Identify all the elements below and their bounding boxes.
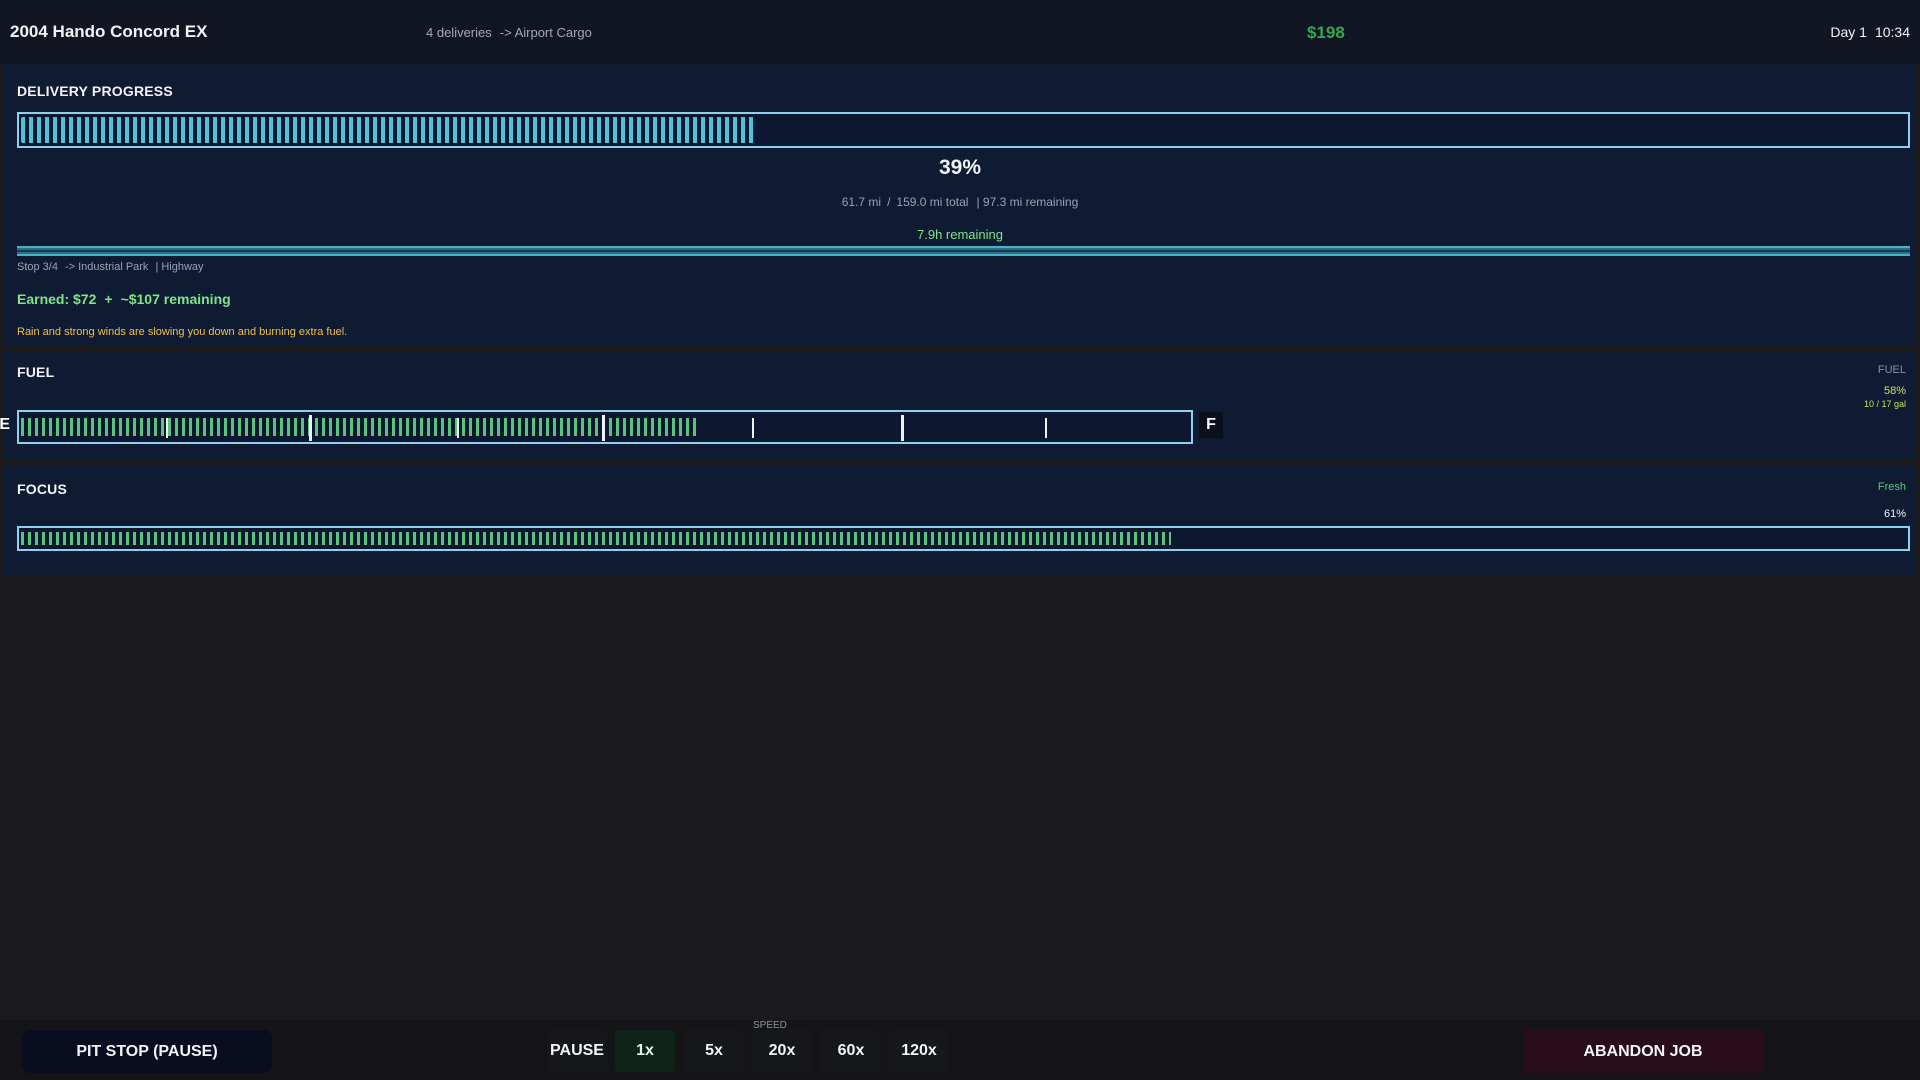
focus-percent: 61% — [1883, 508, 1906, 520]
time-label: 10:34 — [1874, 24, 1910, 40]
day-label: Day 1 — [1830, 24, 1867, 40]
fuel-gauge-mark — [457, 418, 459, 438]
miles-separator: / — [887, 195, 891, 209]
delivery-progress-fill — [21, 117, 756, 143]
road-type: | Highway — [155, 261, 204, 273]
current-stop: Stop 3/4 -> Industrial Park | Highway — [17, 261, 204, 273]
fuel-percent: 58% — [1883, 385, 1906, 397]
focus-bar — [17, 526, 1910, 551]
weather-warning: Rain and strong winds are slowing you do… — [17, 326, 348, 338]
fuel-full-label: F — [1199, 412, 1223, 438]
fuel-panel: FUEL FUEL 58% 10 / 17 gal E F — [0, 352, 1916, 460]
focus-bar-fill — [21, 532, 1171, 545]
speed-60x-button[interactable]: 60x — [821, 1030, 881, 1072]
earnings-summary: Earned: $72 + ~$107 remaining — [17, 291, 231, 307]
fuel-gauge-mark — [602, 415, 605, 441]
stop-counter: Stop 3/4 — [17, 261, 58, 273]
fuel-gauge-mark — [166, 418, 168, 438]
vehicle-name: 2004 Hando Concord EX — [10, 22, 208, 41]
stop-destination: -> Industrial Park — [64, 261, 149, 273]
cash-balance: $198 — [1307, 23, 1345, 42]
speed-5x-button[interactable]: 5x — [684, 1030, 744, 1072]
fuel-gallons: 10 / 17 gal — [1863, 399, 1906, 409]
fuel-gauge-mark — [1045, 418, 1047, 438]
speed-1x-button[interactable]: 1x — [615, 1030, 675, 1072]
route-summary: 4 deliveries -> Airport Cargo — [426, 25, 592, 40]
route-track — [17, 246, 1910, 256]
fuel-title: FUEL — [17, 364, 55, 380]
fuel-empty-label: E — [0, 416, 10, 433]
focus-state: Fresh — [1877, 481, 1906, 493]
miles-driven: 61.7 mi — [841, 195, 882, 209]
focus-panel: FOCUS Fresh 61% — [4, 466, 1916, 576]
fuel-gauge-fill — [21, 418, 698, 436]
focus-title: FOCUS — [17, 481, 67, 497]
miles-total: 159.0 mi total — [896, 195, 969, 209]
earned-amount: Earned: $72 — [17, 291, 97, 307]
speed-20x-button[interactable]: 20x — [752, 1030, 812, 1072]
miles-remaining: | 97.3 mi remaining — [976, 195, 1079, 209]
game-clock: Day 1 10:34 — [1830, 24, 1910, 40]
fuel-gauge — [17, 410, 1193, 444]
delivery-progress-panel: DELIVERY PROGRESS 39% 61.7 mi / 159.0 mi t… — [4, 64, 1916, 346]
distance-summary: 61.7 mi / 159.0 mi total | 97.3 mi remainin… — [4, 195, 1916, 209]
delivery-count: 4 deliveries — [426, 25, 492, 40]
abandon-job-button[interactable]: ABANDON JOB — [1523, 1030, 1763, 1073]
earned-plus: + — [104, 291, 113, 307]
top-bar: 2004 Hando Concord EX 4 deliveries -> Air… — [0, 0, 1920, 64]
route-track-inner — [17, 250, 1910, 252]
fuel-gauge-mark — [901, 415, 904, 441]
bottom-controls: PIT STOP (PAUSE) SPEED PAUSE 1x 5x 20x 6… — [0, 1020, 1920, 1080]
fuel-gauge-mark — [309, 415, 312, 441]
speed-120x-button[interactable]: 120x — [889, 1030, 949, 1072]
route-destination: -> Airport Cargo — [499, 25, 592, 40]
delivery-progress-title: DELIVERY PROGRESS — [17, 83, 173, 99]
pit-stop-button[interactable]: PIT STOP (PAUSE) — [22, 1030, 272, 1073]
earned-remaining: ~$107 remaining — [120, 291, 231, 307]
pause-button[interactable]: PAUSE — [547, 1030, 607, 1072]
delivery-percent: 39% — [938, 156, 982, 179]
time-remaining: 7.9h remaining — [917, 227, 1003, 242]
fuel-side-label: FUEL — [1877, 364, 1906, 376]
fuel-gauge-mark — [752, 418, 754, 438]
delivery-progress-bar — [17, 112, 1910, 148]
